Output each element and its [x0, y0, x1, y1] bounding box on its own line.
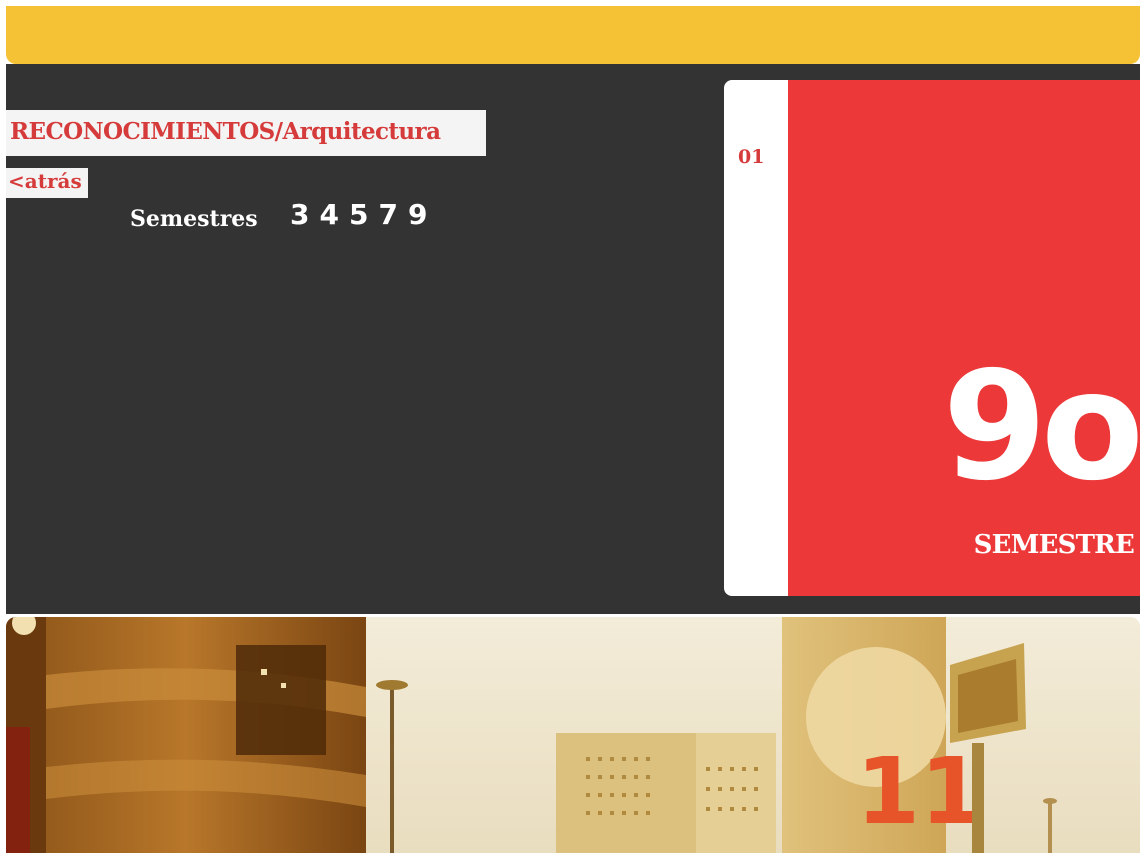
sign-number: 11	[856, 738, 984, 845]
top-bar	[6, 6, 1140, 64]
page-title: RECONOCIMIENTOS/Arquitectura	[10, 118, 441, 145]
back-link[interactable]: <atrás	[8, 169, 82, 193]
semesters-label: Semestres	[130, 206, 258, 232]
semester-link-5[interactable]: 5	[349, 198, 368, 231]
card-index: 01	[738, 146, 765, 168]
semester-selector: 3 4 5 7 9	[290, 198, 427, 231]
campus-photo: 11	[6, 617, 1140, 853]
semester-link-9[interactable]: 9	[408, 198, 427, 231]
card-semester-number: 9o	[942, 340, 1140, 514]
semester-link-7[interactable]: 7	[378, 198, 397, 231]
semester-link-4[interactable]: 4	[319, 198, 338, 231]
card-semester-label: SEMESTRE	[973, 530, 1135, 560]
semester-card	[788, 80, 1140, 596]
semester-link-3[interactable]: 3	[290, 198, 309, 231]
